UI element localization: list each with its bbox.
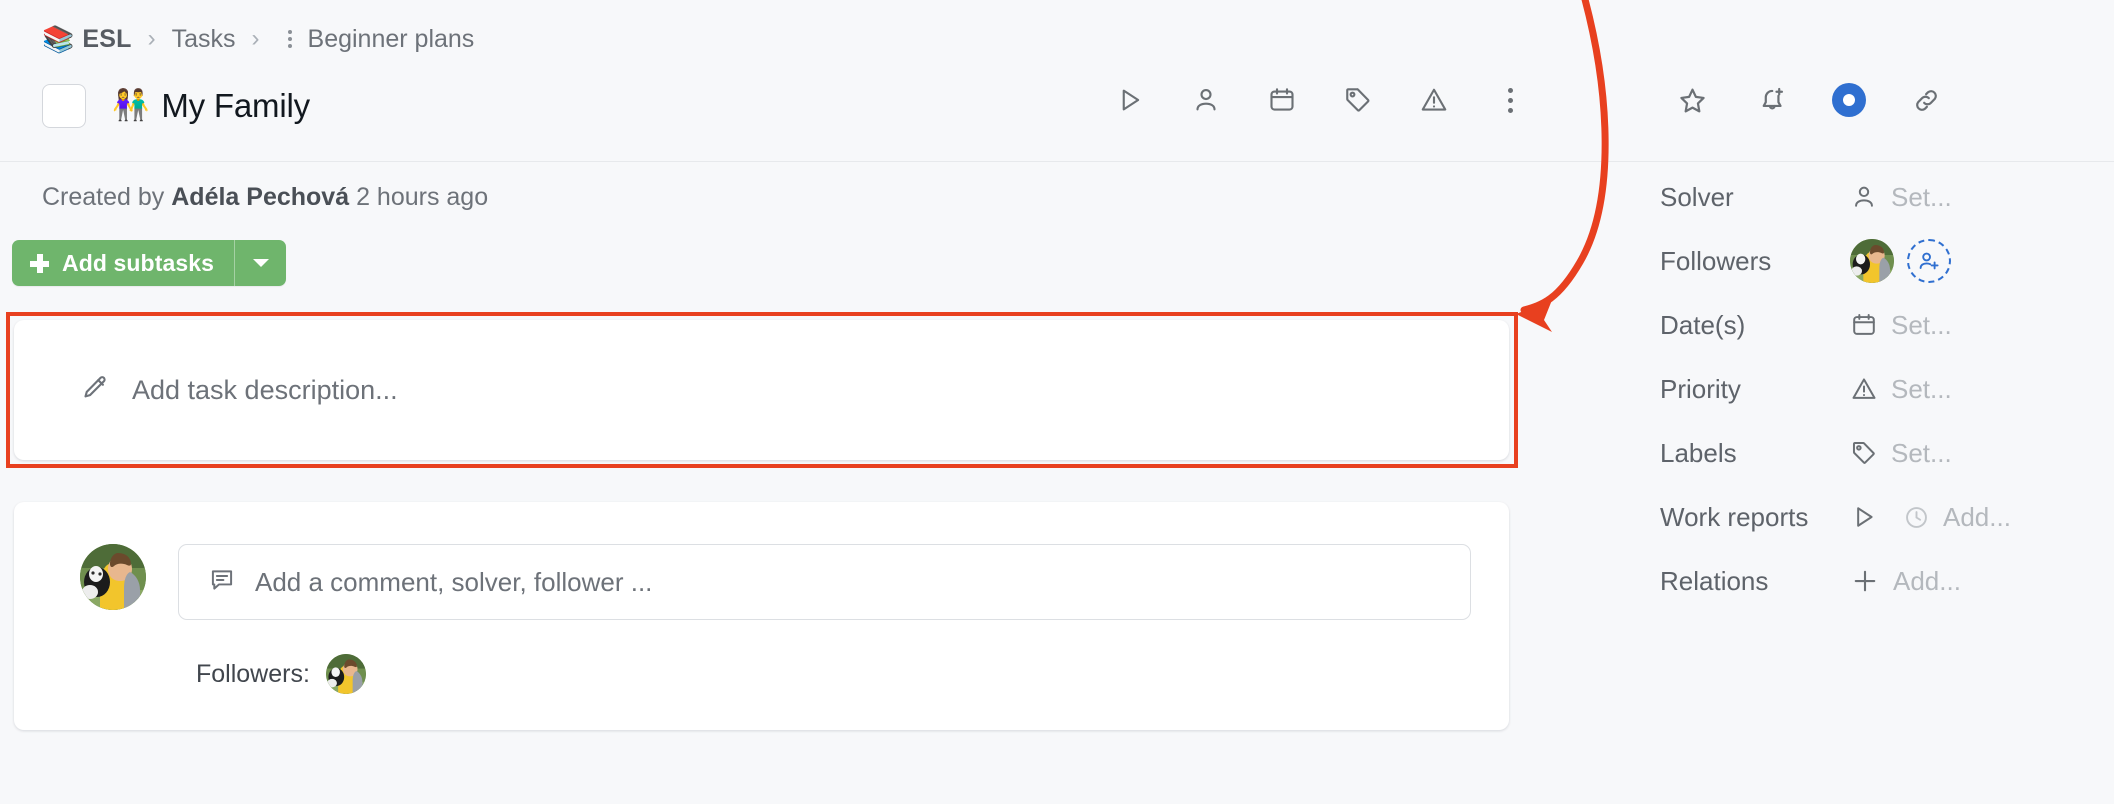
created-by-time: 2 hours ago	[356, 183, 489, 211]
chevron-down-icon	[252, 259, 269, 267]
avatar	[80, 544, 146, 610]
property-set-link[interactable]: Set...	[1891, 374, 1952, 405]
person-icon	[1855, 186, 1873, 207]
dates-calendar-icon[interactable]	[1262, 80, 1302, 120]
play-icon	[1857, 507, 1873, 527]
comment-card: Add a comment, solver, follower ... Foll…	[14, 502, 1509, 730]
property-set-link[interactable]: Set...	[1891, 310, 1952, 341]
task-detail-page: 📚 ESL › Tasks › Beginner plans 👫 My Fami…	[0, 0, 2114, 804]
clock-icon	[1906, 506, 1927, 528]
task-properties-list: Solver Set... Followers Date(s) Set... P…	[1600, 165, 2114, 613]
priority-warning-icon[interactable]	[1414, 80, 1454, 120]
add-subtasks-dropdown-button[interactable]	[234, 240, 286, 286]
created-by-line: Created by Adéla Pechová 2 hours ago	[42, 183, 488, 212]
property-row-dates[interactable]: Date(s) Set...	[1600, 293, 2114, 357]
more-options-icon[interactable]	[1490, 80, 1530, 120]
property-row-work-reports[interactable]: Work reports Add...	[1600, 485, 2114, 549]
comment-row: Add a comment, solver, follower ...	[80, 544, 1471, 620]
property-label: Work reports	[1660, 501, 1809, 532]
property-add-link[interactable]: Add...	[1943, 502, 2011, 533]
property-label: Solver	[1660, 181, 1734, 212]
property-row-relations[interactable]: Relations Add...	[1600, 549, 2114, 613]
property-value[interactable]: Set...	[1850, 182, 1952, 213]
property-value[interactable]: Set...	[1850, 310, 1952, 341]
property-row-labels[interactable]: Labels Set...	[1600, 421, 2114, 485]
property-row-followers[interactable]: Followers	[1600, 229, 2114, 293]
property-set-link[interactable]: Set...	[1891, 438, 1952, 469]
plus-icon	[30, 253, 49, 273]
avatar[interactable]	[325, 654, 366, 694]
property-add-link[interactable]: Add...	[1893, 566, 1961, 597]
task-complete-checkbox[interactable]	[42, 84, 86, 128]
task-sidebar: Solver Set... Followers Date(s) Set... P…	[1600, 0, 2114, 804]
breadcrumb-separator-icon: ›	[147, 25, 156, 52]
property-label: Labels	[1660, 437, 1737, 468]
sidebar-action-icons	[1672, 80, 1946, 120]
copy-link-icon[interactable]	[1906, 80, 1946, 120]
property-value[interactable]: Add...	[1850, 502, 2011, 533]
add-subtasks-label: Add subtasks	[62, 249, 215, 276]
comment-bubble-icon	[208, 566, 236, 599]
property-value[interactable]: Set...	[1850, 438, 1952, 469]
add-subtasks-button[interactable]: Add subtasks	[12, 240, 234, 286]
avatar[interactable]	[1850, 239, 1894, 283]
breadcrumb-project[interactable]: ESL	[82, 25, 131, 54]
subscribe-bell-icon[interactable]	[1752, 80, 1792, 120]
property-row-solver[interactable]: Solver Set...	[1600, 165, 2114, 229]
task-main-column: 📚 ESL › Tasks › Beginner plans 👫 My Fami…	[0, 0, 1600, 804]
property-label: Relations	[1660, 565, 1769, 596]
property-label: Followers	[1660, 245, 1772, 276]
plus-icon	[1854, 570, 1876, 592]
breadcrumb-separator-icon: ›	[251, 25, 260, 52]
family-emoji-icon: 👫	[112, 89, 150, 122]
property-value[interactable]: Add...	[1850, 566, 1961, 597]
breadcrumb-overflow-icon[interactable]	[280, 28, 300, 50]
comment-followers-row: Followers:	[196, 654, 366, 694]
property-set-link[interactable]: Set...	[1891, 182, 1952, 213]
comment-followers-label: Followers:	[196, 659, 310, 688]
property-label: Date(s)	[1660, 309, 1746, 340]
person-add-icon	[1919, 252, 1939, 270]
created-by-prefix: Created by	[42, 183, 165, 211]
comment-placeholder: Add a comment, solver, follower ...	[255, 566, 653, 597]
solver-person-icon[interactable]	[1186, 80, 1226, 120]
property-row-priority[interactable]: Priority Set...	[1600, 357, 2114, 421]
description-highlight-box	[6, 312, 1518, 468]
page-title[interactable]: My Family	[161, 87, 310, 125]
labels-tag-icon[interactable]	[1338, 80, 1378, 120]
breadcrumb: 📚 ESL › Tasks › Beginner plans	[42, 22, 474, 56]
comment-input[interactable]: Add a comment, solver, follower ...	[178, 544, 1471, 620]
task-toolbar	[1110, 80, 1530, 120]
property-label: Priority	[1660, 373, 1741, 404]
tag-icon	[1852, 441, 1875, 464]
add-follower-button[interactable]	[1907, 239, 1951, 283]
watch-eye-icon[interactable]	[1832, 83, 1866, 117]
add-subtasks-button-group: Add subtasks	[12, 240, 287, 286]
property-value[interactable]: Set...	[1850, 374, 1952, 405]
favorite-star-icon[interactable]	[1672, 80, 1712, 120]
breadcrumb-current[interactable]: Beginner plans	[308, 25, 475, 54]
project-books-icon: 📚	[42, 24, 75, 54]
warning-triangle-icon	[1852, 378, 1876, 399]
breadcrumb-tasks[interactable]: Tasks	[172, 25, 236, 54]
created-by-author[interactable]: Adéla Pechová	[171, 183, 349, 211]
calendar-icon	[1853, 313, 1875, 335]
work-report-play-icon[interactable]	[1110, 80, 1150, 120]
property-value[interactable]	[1850, 239, 1951, 283]
